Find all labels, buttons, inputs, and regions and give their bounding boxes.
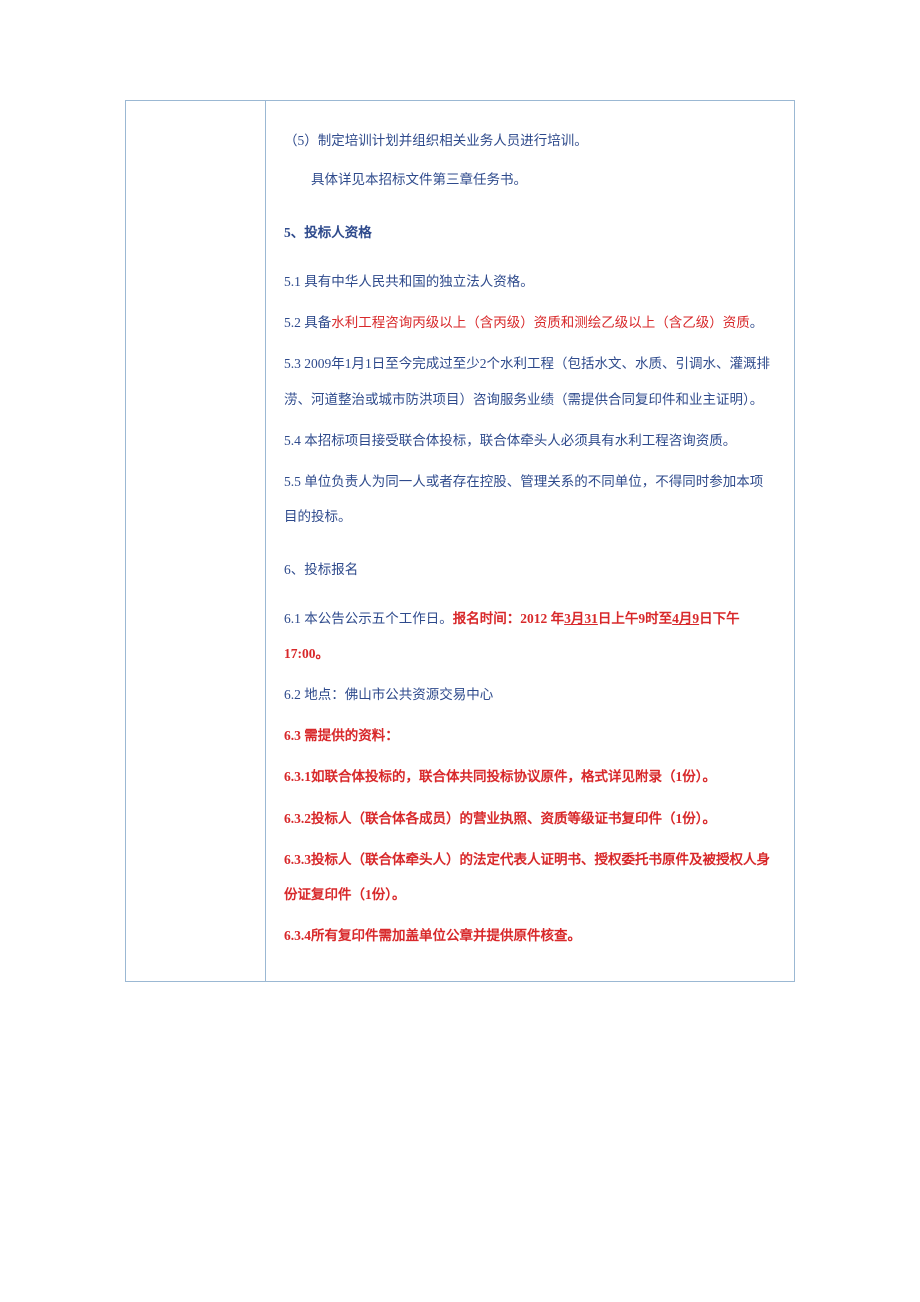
text-5-2-qualification: 水利工程咨询丙级以上（含丙级）资质和测绘乙级以上（含乙级）资质 (331, 315, 750, 330)
text-6-1-signup-2: 日上午9时至 (598, 611, 672, 626)
paragraph-6-2: 6.2 地点：佛山市公共资源交易中心 (284, 677, 776, 712)
paragraph-6-3: 6.3 需提供的资料： (284, 718, 776, 753)
paragraph-5-1: 5.1 具有中华人民共和国的独立法人资格。 (284, 264, 776, 299)
paragraph-6-3-3: 6.3.3投标人（联合体牵头人）的法定代表人证明书、授权委托书原件及被授权人身份… (284, 842, 776, 912)
text-6-1-date-2: 4月9 (672, 611, 699, 626)
section-5-heading: 5、投标人资格 (284, 215, 776, 250)
page-container: （5）制定培训计划并组织相关业务人员进行培训。 具体详见本招标文件第三章任务书。… (0, 0, 920, 1082)
paragraph-6-3-2: 6.3.2投标人（联合体各成员）的营业执照、资质等级证书复印件（1份）。 (284, 801, 776, 836)
text-5-2-prefix: 5.2 具备 (284, 315, 331, 330)
paragraph-item-5: （5）制定培训计划并组织相关业务人员进行培训。 (284, 123, 776, 158)
table-left-column (126, 101, 266, 981)
paragraph-6-1: 6.1 本公告公示五个工作日。报名时间：2012 年3月31日上午9时至4月9日… (284, 601, 776, 671)
paragraph-5-2: 5.2 具备水利工程咨询丙级以上（含丙级）资质和测绘乙级以上（含乙级）资质。 (284, 305, 776, 340)
paragraph-5-3: 5.3 2009年1月1日至今完成过至少2个水利工程（包括水文、水质、引调水、灌… (284, 346, 776, 416)
section-6-heading: 6、投标报名 (284, 552, 776, 587)
text-6-1-prefix: 6.1 本公告公示五个工作日。 (284, 611, 453, 626)
text-6-1-signup-1: 报名时间：2012 年 (453, 611, 564, 626)
text-5-2-period: 。 (750, 315, 764, 330)
paragraph-6-3-4: 6.3.4所有复印件需加盖单位公章并提供原件核查。 (284, 918, 776, 953)
content-table: （5）制定培训计划并组织相关业务人员进行培训。 具体详见本招标文件第三章任务书。… (125, 100, 795, 982)
paragraph-detail-ref: 具体详见本招标文件第三章任务书。 (284, 162, 776, 197)
paragraph-5-4: 5.4 本招标项目接受联合体投标，联合体牵头人必须具有水利工程咨询资质。 (284, 423, 776, 458)
table-right-column: （5）制定培训计划并组织相关业务人员进行培训。 具体详见本招标文件第三章任务书。… (266, 101, 794, 981)
paragraph-6-3-1: 6.3.1如联合体投标的，联合体共同投标协议原件，格式详见附录（1份）。 (284, 759, 776, 794)
paragraph-5-5: 5.5 单位负责人为同一人或者存在控股、管理关系的不同单位，不得同时参加本项目的… (284, 464, 776, 534)
text-6-1-date-1: 3月31 (564, 611, 598, 626)
